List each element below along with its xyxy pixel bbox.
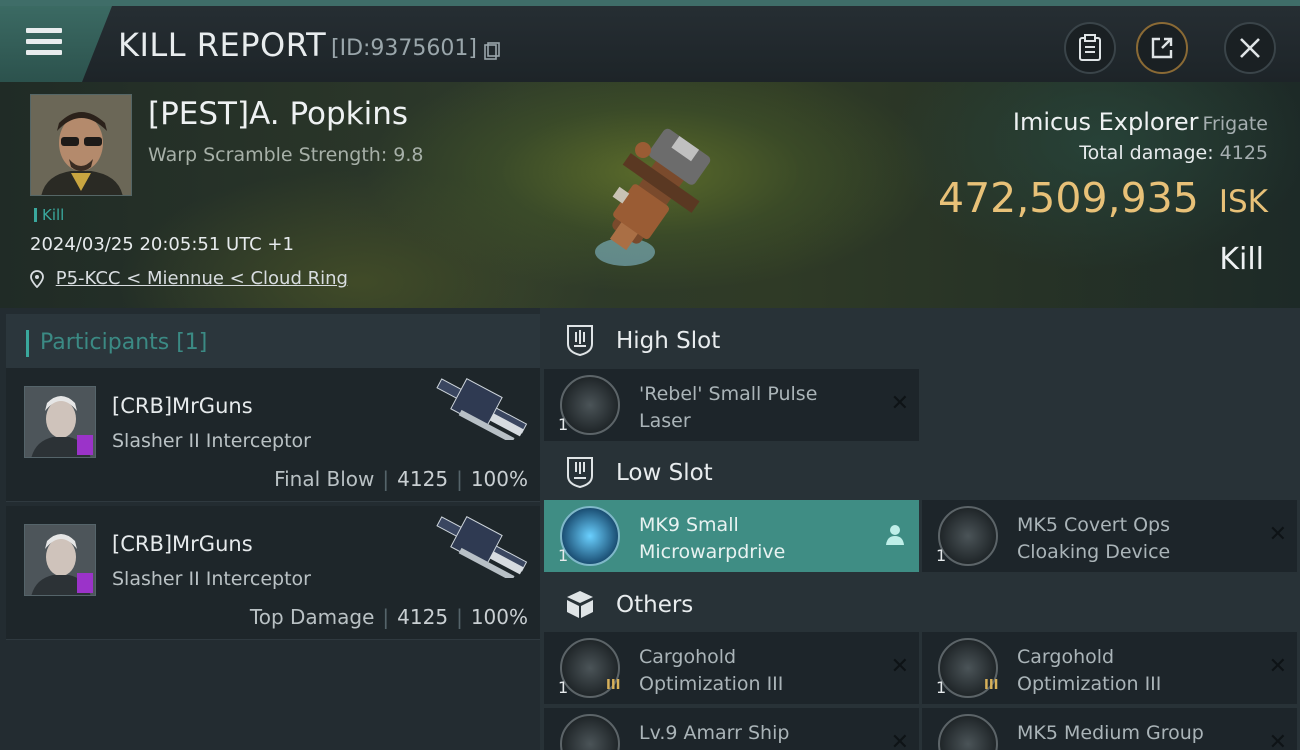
kill-datetime: 2024/03/25 20:05:51 UTC +1 [30,234,294,255]
remove-x-icon[interactable]: ✕ [891,391,909,416]
remove-x-icon[interactable]: ✕ [1269,654,1287,679]
clipboard-button[interactable] [1064,22,1116,74]
participant-avatar[interactable] [24,386,96,458]
share-icon [1151,37,1173,59]
others-header: Others [544,576,1300,634]
fitting-panel: High Slot 1 'Rebel' Small Pulse Laser ✕ L… [540,308,1300,750]
participants-title: Participants [1] [40,330,208,355]
module-item-selected[interactable]: 1 MK9 Small Microwarpdrive [544,500,919,572]
kill-result: Kill [1219,242,1264,277]
module-name: MK9 Small Microwarpdrive [639,514,786,563]
copy-icon[interactable] [484,42,500,60]
total-damage: Total damage: 4125 [1079,142,1268,164]
isk-unit: ISK [1218,184,1268,220]
remove-x-icon[interactable]: ✕ [891,730,909,750]
participant-stats: Final Blow | 4125 | 100% [274,467,528,491]
participant-row[interactable]: [CRB]MrGuns Slasher II Interceptor Top D… [6,506,540,640]
victim-avatar[interactable] [30,94,132,196]
victim-name[interactable]: [PEST]A. Popkins [148,96,408,132]
tech-level-badge: III [984,678,999,693]
warp-scramble-strength: Warp Scramble Strength: 9.8 [148,144,424,166]
cloaking-device-icon [938,506,998,566]
person-icon [886,525,904,545]
module-name: MK5 Covert Ops Cloaking Device [1017,514,1171,563]
module-item[interactable]: 1 MK5 Covert Ops Cloaking Device ✕ [922,500,1297,572]
remove-x-icon[interactable]: ✕ [1269,730,1287,750]
participant-name[interactable]: [CRB]MrGuns [112,532,253,556]
menu-icon [26,28,62,58]
kill-banner: [PEST]A. Popkins Warp Scramble Strength:… [0,82,1300,308]
high-slot-label: High Slot [616,328,721,354]
top-bar: KILL REPORT [ID:9375601] [0,0,1300,82]
page-title: KILL REPORT [118,26,327,64]
ship-name[interactable]: Imicus Explorer Frigate [1013,108,1268,136]
module-name: MK5 Medium Group [1017,722,1204,744]
report-id: [ID:9375601] [331,36,477,61]
module-name: Cargohold Optimization III [639,646,784,695]
isk-value: 472,509,935 ISK [938,174,1268,222]
module-name: Lv.9 Amarr Ship [639,722,790,744]
close-icon [1240,38,1260,58]
participant-row[interactable]: [CRB]MrGuns Slasher II Interceptor Final… [6,368,540,502]
participants-panel: Participants [1] [CRB]MrGuns Slasher II … [0,308,540,750]
kill-location: P5-KCC < Miennue < Cloud Ring [30,268,348,289]
module-name: Cargohold Optimization III [1017,646,1162,695]
module-item[interactable]: 1 III Cargohold Optimization III ✕ [544,632,919,704]
high-slot-header: High Slot [544,312,1300,370]
ship-skill-icon [560,714,620,750]
module-item[interactable]: Lv.9 Amarr Ship ✕ [544,708,919,750]
participant-ship: Slasher II Interceptor [112,568,311,590]
kill-tag: Kill [34,206,64,224]
high-slot-icon [567,325,593,356]
module-item[interactable]: MK5 Medium Group ✕ [922,708,1297,750]
participant-avatar[interactable] [24,524,96,596]
others-box-icon [567,591,593,618]
module-name: 'Rebel' Small Pulse Laser [639,383,818,432]
pulse-laser-icon [560,375,620,435]
clipboard-icon [1079,34,1101,61]
participant-ship-render [436,516,528,578]
ship-render [595,128,711,266]
remove-x-icon[interactable]: ✕ [891,654,909,679]
low-slot-label: Low Slot [616,460,713,486]
tech-level-badge: III [606,678,621,693]
module-item[interactable]: 1 'Rebel' Small Pulse Laser ✕ [544,369,919,441]
menu-button[interactable] [0,6,112,82]
location-pin-icon [30,270,44,288]
location-link[interactable]: P5-KCC < Miennue < Cloud Ring [56,268,348,289]
microwarpdrive-icon [560,506,620,566]
share-button[interactable] [1136,22,1188,74]
participant-ship-render [436,378,528,440]
group-module-icon [938,714,998,750]
close-button[interactable] [1224,22,1276,74]
participants-header: Participants [1] [6,314,540,372]
module-item[interactable]: 1 III Cargohold Optimization III ✕ [922,632,1297,704]
remove-x-icon[interactable]: ✕ [1269,522,1287,547]
low-slot-icon [567,457,593,488]
participant-ship: Slasher II Interceptor [112,430,311,452]
participant-stats: Top Damage | 4125 | 100% [249,605,528,629]
low-slot-header: Low Slot [544,444,1300,502]
ship-class: Frigate [1202,113,1268,135]
participant-name[interactable]: [CRB]MrGuns [112,394,253,418]
others-label: Others [616,592,694,618]
